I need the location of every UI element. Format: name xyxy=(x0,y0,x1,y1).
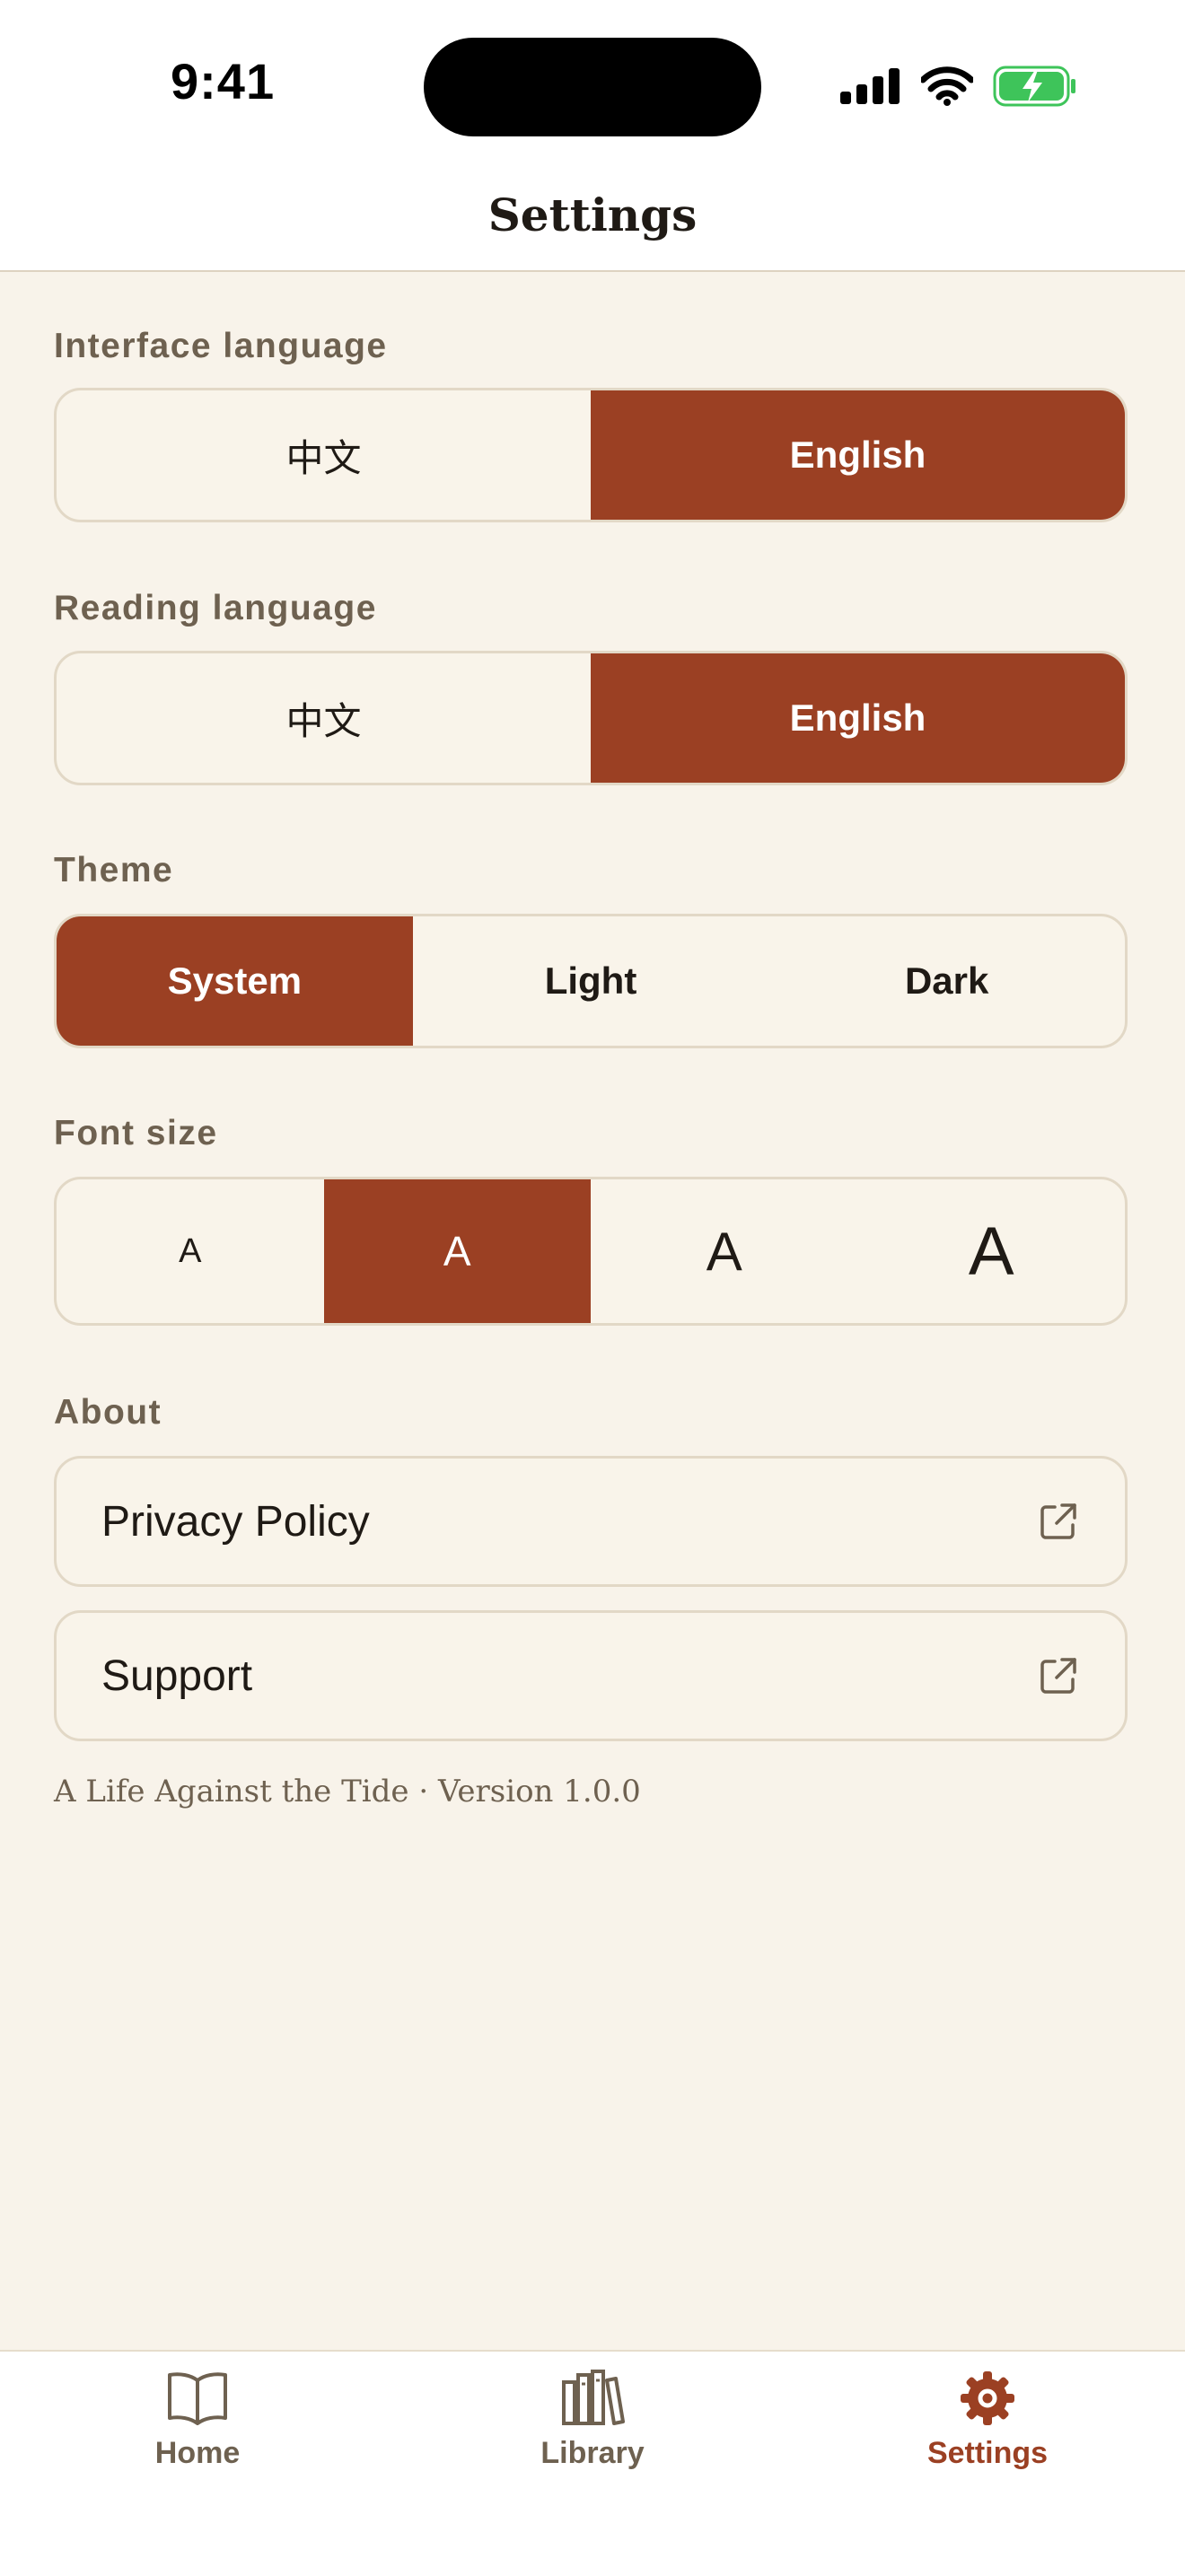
library-icon xyxy=(562,2370,625,2425)
theme-segmented: System Light Dark xyxy=(54,914,1128,1048)
privacy-policy-link[interactable]: Privacy Policy xyxy=(54,1456,1128,1587)
page-title: Settings xyxy=(487,188,698,241)
battery-charging-icon xyxy=(993,66,1075,107)
font-size-option-large[interactable]: A xyxy=(591,1179,858,1323)
tab-settings[interactable]: Settings xyxy=(871,2370,1104,2471)
signal-icon xyxy=(840,68,900,104)
tab-library-label: Library xyxy=(540,2436,645,2470)
dynamic-island xyxy=(424,38,761,136)
theme-label: Theme xyxy=(54,851,174,889)
interface-language-segmented: 中文 English xyxy=(54,388,1128,522)
tab-bar: Home Library Settings xyxy=(0,2350,1185,2576)
font-size-label: Font size xyxy=(54,1114,218,1152)
wifi-icon xyxy=(921,66,973,106)
support-link[interactable]: Support xyxy=(54,1610,1128,1741)
external-link-icon xyxy=(1040,1658,1076,1694)
app-version-text: A Life Against the Tide · Version 1.0.0 xyxy=(54,1774,641,1809)
book-icon xyxy=(168,2372,227,2425)
interface-language-label: Interface language xyxy=(54,327,388,365)
tab-home[interactable]: Home xyxy=(81,2370,314,2471)
theme-option-system[interactable]: System xyxy=(57,916,413,1046)
about-label: About xyxy=(54,1393,162,1432)
font-size-option-medium[interactable]: A xyxy=(323,1179,591,1323)
font-size-option-small[interactable]: A xyxy=(57,1179,324,1323)
interface-language-option-english[interactable]: English xyxy=(591,390,1125,520)
reading-language-label: Reading language xyxy=(54,589,377,627)
support-label: Support xyxy=(101,1652,253,1700)
theme-option-light[interactable]: Light xyxy=(413,916,769,1046)
reading-language-option-english[interactable]: English xyxy=(591,653,1125,783)
font-size-segmented: A A A A xyxy=(54,1177,1128,1326)
tab-home-label: Home xyxy=(154,2436,241,2470)
status-icons xyxy=(840,65,1077,108)
font-size-option-xlarge[interactable]: A xyxy=(858,1179,1126,1323)
external-link-icon xyxy=(1040,1503,1076,1539)
status-time: 9:41 xyxy=(171,53,276,110)
top-bar: 9:41 Settings xyxy=(0,0,1185,272)
theme-option-dark[interactable]: Dark xyxy=(768,916,1125,1046)
tab-library[interactable]: Library xyxy=(476,2370,709,2471)
privacy-policy-label: Privacy Policy xyxy=(101,1497,370,1546)
gear-icon xyxy=(961,2371,1014,2425)
interface-language-option-chinese[interactable]: 中文 xyxy=(57,390,591,520)
tab-settings-label: Settings xyxy=(926,2436,1049,2470)
reading-language-option-chinese[interactable]: 中文 xyxy=(57,653,591,783)
reading-language-segmented: 中文 English xyxy=(54,651,1128,785)
